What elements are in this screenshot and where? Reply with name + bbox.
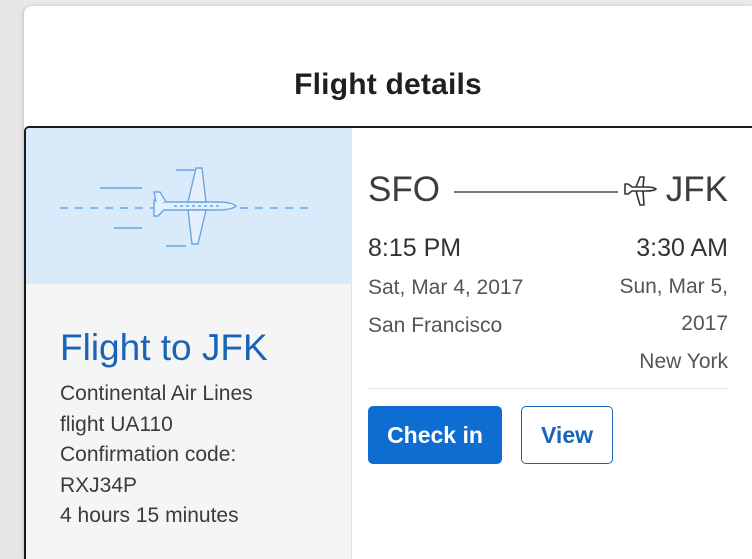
dialog-title: Flight details [294,68,482,101]
flight-card: Flight to JFK Continental Air Lines flig… [24,126,752,559]
confirmation-code: RXJ34P [60,473,138,497]
confirmation-label: Confirmation code: [60,443,237,466]
departure-time: 8:15 PM [368,234,462,262]
card-title: Flight to JFK [60,327,268,368]
card-right-panel: SFO JFK 8:15 PM 3:30 AM Sat, Mar 4, 2017… [368,128,728,559]
arrival-time: 3:30 AM [636,234,728,262]
departure-city: San Francisco [368,314,503,337]
card-details: Continental Air Lines flight UA110 Confi… [60,379,340,532]
arrival-city: New York [639,350,728,373]
view-button[interactable]: View [521,406,613,464]
flight-number: flight UA110 [60,412,173,436]
route-row: SFO JFK [368,170,728,214]
arrival-date: Sun, Mar 5, 2017 [619,275,728,335]
card-left-panel: Flight to JFK Continental Air Lines flig… [26,128,352,559]
origin-airport: SFO [368,170,440,209]
airplane-icon [624,176,657,206]
divider [368,388,728,389]
departure-date: Sat, Mar 4, 2017 [368,276,524,299]
flight-details-dialog: Flight details Flight to JFK Continental… [24,6,752,559]
check-in-button[interactable]: Check in [368,406,502,464]
destination-airport: JFK [665,170,728,209]
airplane-icon [60,167,310,247]
background-strip [0,0,24,559]
airline-name: Continental Air Lines [60,382,253,405]
hero-banner [26,128,352,284]
route-line [454,191,618,193]
flight-duration: 4 hours 15 minutes [60,504,239,527]
